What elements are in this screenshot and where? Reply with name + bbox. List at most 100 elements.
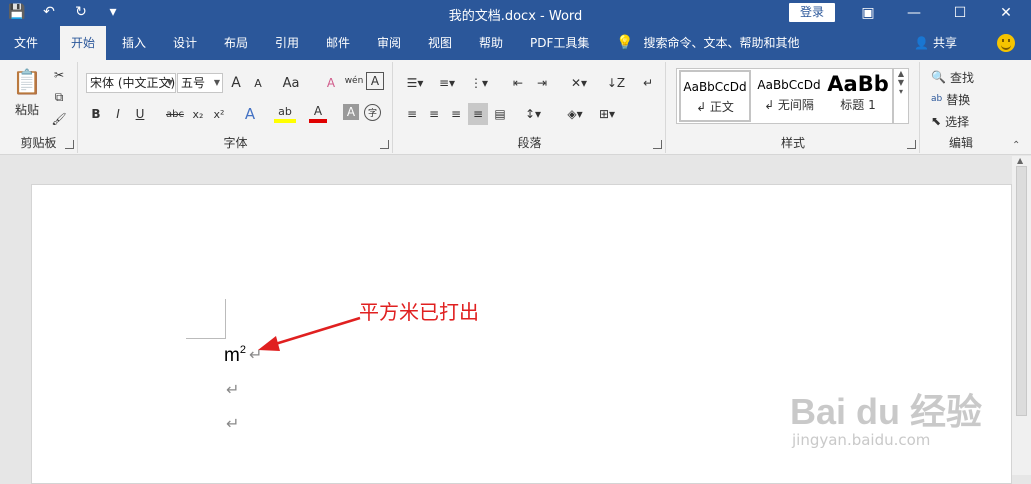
undo-icon[interactable]: ↶: [40, 3, 58, 21]
tab-layout[interactable]: 布局: [222, 26, 250, 60]
select-label: 选择: [945, 114, 970, 129]
minimize-button[interactable]: —: [891, 0, 937, 26]
style-preview: AaBb: [827, 72, 889, 96]
paragraph-mark: ↵: [226, 380, 240, 399]
cursor-icon: ⬉: [931, 114, 942, 128]
document-text[interactable]: m2: [224, 344, 246, 367]
annotation-arrow: [258, 316, 361, 351]
sort-icon[interactable]: ↓Z: [606, 72, 626, 94]
scrollbar-thumb[interactable]: [1016, 166, 1027, 416]
tab-references[interactable]: 引用: [273, 26, 301, 60]
tab-home[interactable]: 开始: [60, 26, 106, 60]
align-center-icon[interactable]: ≡: [424, 103, 444, 125]
style-preview: AaBbCcDd: [757, 78, 821, 92]
customize-toolbar-icon[interactable]: ▾: [104, 3, 122, 21]
style-heading-1[interactable]: AaBb 标题 1: [825, 70, 891, 122]
tab-pdf-tools[interactable]: PDF工具集: [528, 26, 591, 60]
chevron-down-icon: ▼: [213, 78, 220, 87]
tab-mailings[interactable]: 邮件: [324, 26, 352, 60]
style-normal[interactable]: AaBbCcDd ↲ 正文: [679, 70, 751, 122]
font-launcher-icon[interactable]: [380, 140, 389, 149]
save-icon[interactable]: 💾: [8, 3, 26, 21]
tab-design[interactable]: 设计: [171, 26, 199, 60]
bold-button[interactable]: B: [87, 103, 105, 125]
tab-view[interactable]: 视图: [426, 26, 454, 60]
underline-button[interactable]: U: [131, 103, 149, 125]
chevron-down-icon: ▼: [166, 78, 173, 87]
style-no-spacing[interactable]: AaBbCcDd ↲ 无间隔: [753, 70, 825, 122]
clear-formatting-icon[interactable]: A: [322, 72, 340, 94]
scroll-up-icon[interactable]: ▲: [1017, 156, 1023, 165]
tab-help[interactable]: 帮助: [477, 26, 505, 60]
baidu-watermark-url: jingyan.baidu.com: [792, 431, 931, 449]
shading-icon[interactable]: ◈▾: [562, 103, 588, 125]
text-effects-icon[interactable]: A: [239, 103, 261, 125]
login-button[interactable]: 登录: [789, 3, 835, 22]
paragraph-launcher-icon[interactable]: [653, 140, 662, 149]
styles-launcher-icon[interactable]: [907, 140, 916, 149]
title-bar: 💾 ↶ ↻ ▾ 我的文档.docx - Word 登录 ▣ — ☐ ✕: [0, 0, 1031, 26]
paste-icon[interactable]: 📋: [10, 66, 44, 98]
paste-button[interactable]: 粘贴: [6, 98, 48, 120]
styles-gallery-scroll[interactable]: ▲ ▼ ▾: [893, 68, 909, 124]
maximize-button[interactable]: ☐: [937, 0, 983, 26]
style-name: 标题 1: [840, 98, 876, 112]
close-button[interactable]: ✕: [983, 0, 1029, 26]
font-size-select[interactable]: 五号 ▼: [177, 73, 223, 93]
vertical-scrollbar[interactable]: ▲: [1012, 156, 1031, 475]
copy-icon[interactable]: ⧉: [50, 86, 68, 108]
change-case-button[interactable]: Aa: [277, 72, 305, 94]
align-right-icon[interactable]: ≡: [446, 103, 466, 125]
line-spacing-icon[interactable]: ↕▾: [520, 103, 546, 125]
numbering-icon[interactable]: ≡▾: [434, 72, 460, 94]
format-painter-icon[interactable]: 🖌: [50, 108, 68, 130]
character-border-icon[interactable]: A: [366, 72, 384, 90]
highlight-color-icon[interactable]: ab: [274, 103, 296, 123]
share-label: 共享: [932, 36, 957, 50]
paragraph-mark: ↵: [226, 414, 240, 433]
base-text: m: [224, 345, 240, 366]
tab-review[interactable]: 审阅: [375, 26, 403, 60]
margin-corner-mark: [186, 299, 226, 339]
font-group: 宋体 (中文正文) ▼ 五号 ▼ A A Aa A wén A B I U abc …: [79, 62, 393, 153]
chinese-layout-icon[interactable]: ✕▾: [566, 72, 592, 94]
ribbon-display-icon[interactable]: ▣: [845, 0, 891, 26]
decrease-indent-icon[interactable]: ⇤: [508, 72, 528, 94]
person-icon: 👤: [914, 36, 929, 50]
subscript-button[interactable]: x₂: [189, 103, 207, 125]
font-family-select[interactable]: 宋体 (中文正文) ▼: [86, 73, 176, 93]
superscript-button[interactable]: x²: [210, 103, 228, 125]
grow-font-icon[interactable]: A: [227, 72, 245, 94]
tab-file[interactable]: 文件: [12, 26, 40, 60]
increase-indent-icon[interactable]: ⇥: [532, 72, 552, 94]
select-button[interactable]: ⬉ 选择: [931, 110, 995, 132]
share-button[interactable]: 👤 共享: [914, 26, 957, 60]
replace-icon: ab: [931, 94, 943, 104]
tab-insert[interactable]: 插入: [120, 26, 148, 60]
tell-me-search[interactable]: 💡 搜索命令、文本、帮助和其他: [616, 26, 799, 60]
align-left-icon[interactable]: ≡: [402, 103, 422, 125]
italic-button[interactable]: I: [109, 103, 127, 125]
style-name: ↲ 无间隔: [764, 98, 814, 112]
enclose-characters-icon[interactable]: 字: [364, 104, 381, 121]
borders-icon[interactable]: ⊞▾: [594, 103, 620, 125]
multilevel-list-icon[interactable]: ⋮▾: [466, 72, 492, 94]
ribbon-tabs: 文件 开始 插入 设计 布局 引用 邮件 审阅 视图 帮助 PDF工具集 💡 搜…: [0, 26, 1031, 60]
distributed-icon[interactable]: ▤: [490, 103, 510, 125]
phonetic-guide-icon[interactable]: wén: [344, 70, 364, 92]
bullets-icon[interactable]: ☰▾: [402, 72, 428, 94]
character-shading-icon[interactable]: A: [343, 104, 359, 120]
redo-icon[interactable]: ↻: [72, 3, 90, 21]
font-color-icon[interactable]: A: [309, 103, 327, 123]
show-marks-icon[interactable]: ↵: [638, 72, 658, 94]
replace-button[interactable]: ab 替换: [931, 88, 995, 110]
find-button[interactable]: 🔍 查找: [931, 66, 995, 88]
cut-icon[interactable]: ✂: [50, 64, 68, 86]
lightbulb-icon: 💡: [616, 35, 634, 51]
justify-icon[interactable]: ≡: [468, 103, 488, 125]
strikethrough-button[interactable]: abc: [163, 103, 187, 125]
shrink-font-icon[interactable]: A: [249, 72, 267, 94]
feedback-smiley-icon[interactable]: [997, 34, 1015, 52]
clipboard-launcher-icon[interactable]: [65, 140, 74, 149]
collapse-ribbon-icon[interactable]: ⌃: [1012, 140, 1020, 151]
